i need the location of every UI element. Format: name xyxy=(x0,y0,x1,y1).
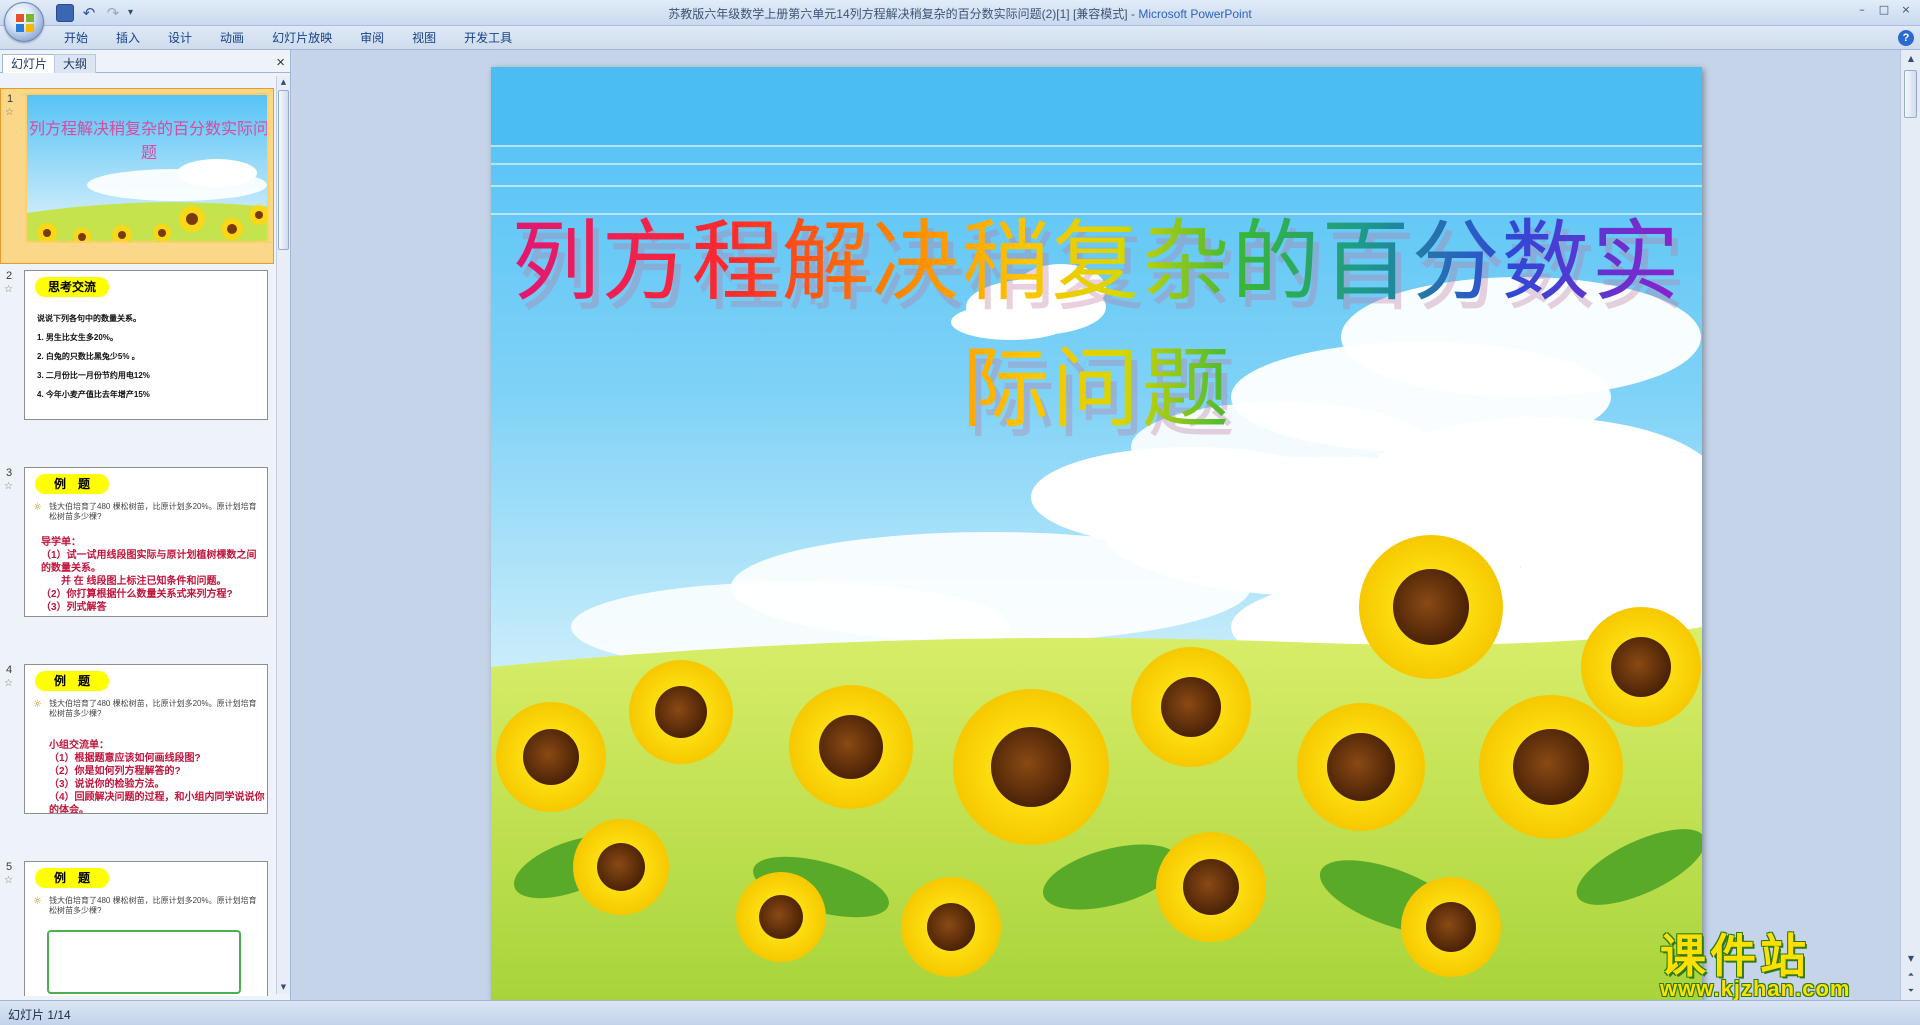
status-bar: 幻灯片 1/14 xyxy=(0,1000,1920,1025)
guide-line: （4）回顾解决问题的过程，和小组内同学说说你的体会。 xyxy=(49,792,265,814)
close-panel-icon[interactable]: × xyxy=(276,55,285,71)
window-controls: – □ × xyxy=(1852,2,1916,18)
slide-number: 5 xyxy=(6,861,13,873)
heading-pill: 例 题 xyxy=(35,868,109,888)
scrollbar-thumb[interactable] xyxy=(278,90,289,250)
guide-line: （2）你是如何列方程解答的? xyxy=(49,766,181,777)
problem-text: 钱大伯培育了480 棵松树苗，比原计划多20%。原计划培育松树苗多少棵? xyxy=(49,896,257,915)
app-name: Microsoft PowerPoint xyxy=(1138,7,1252,21)
maximize-button[interactable]: □ xyxy=(1874,2,1894,18)
office-logo-icon xyxy=(16,14,34,32)
guide-line: （2）你打算根据什么数量关系式来列方程? xyxy=(41,589,233,600)
slide-thumbnail-3[interactable]: 3 ☆ 例 题 ☼ 钱大伯培育了480 棵松树苗，比原计划多20%。原计划培育松… xyxy=(0,463,274,623)
title-bar: ↶ ↷ ▾ 苏教版六年级数学上册第六单元14列方程解决稍复杂的百分数实际问题(2… xyxy=(0,0,1920,42)
text-line: 2. 白兔的只数比黑兔少5% 。 xyxy=(37,352,140,361)
lightbulb-icon: ☼ xyxy=(33,699,42,710)
heading-pill: 思考交流 xyxy=(35,277,109,297)
text-line: 4. 今年小麦产值比去年增产15% xyxy=(37,390,150,399)
guide-line: （1）根据题意应该如何画线段图? xyxy=(49,753,201,764)
office-button[interactable] xyxy=(4,2,44,42)
slide-indicator: 幻灯片 1/14 xyxy=(8,1008,71,1022)
slide-editing-area: 列方程解决稍复杂的百分数实际问题 列方程解决稍复杂的百分数实际问题 xyxy=(292,50,1900,1000)
slide-thumbnail-list: 1 ☆ 列方程解决稍复杂的百分数实际问题 2 ☆ 思考交流 说说下列各句中的数量… xyxy=(0,76,274,996)
slide-number: 3 xyxy=(6,467,13,479)
transition-star-icon: ☆ xyxy=(4,678,13,689)
slide-preview: 例 题 ☼ 钱大伯培育了480 棵松树苗，比原计划多20%。原计划培育松树苗多少… xyxy=(24,467,268,617)
heading-pill: 例 题 xyxy=(35,671,109,691)
slide-scrollbar[interactable]: ▲ ▼ ⏶ ⏷ xyxy=(1900,50,1920,1000)
transition-star-icon: ☆ xyxy=(4,875,13,886)
guide-line: （3）列式解答 xyxy=(41,602,107,613)
tab-insert[interactable]: 插入 xyxy=(102,30,154,46)
window-title: 苏教版六年级数学上册第六单元14列方程解决稍复杂的百分数实际问题(2)[1] [… xyxy=(668,7,1252,21)
tab-outline[interactable]: 大纲 xyxy=(54,54,97,73)
scroll-down-arrow-icon[interactable]: ▼ xyxy=(1904,952,1918,966)
lightbulb-icon: ☼ xyxy=(33,896,42,907)
guide-line: 并 在 线段图上标注已知条件和问题。 xyxy=(41,576,227,587)
problem-text: 钱大伯培育了480 棵松树苗，比原计划多20%。原计划培育松树苗多少棵? xyxy=(49,699,257,718)
ribbon-tab-bar: 开始 插入 设计 动画 幻灯片放映 审阅 视图 开发工具 ? xyxy=(0,26,1920,50)
lightbulb-icon: ☼ xyxy=(33,502,42,513)
scroll-up-arrow-icon[interactable]: ▲ xyxy=(1904,52,1918,66)
slide-thumbnail-4[interactable]: 4 ☆ 例 题 ☼ 钱大伯培育了480 棵松树苗，比原计划多20%。原计划培育松… xyxy=(0,660,274,820)
slide-preview: 例 题 ☼ 钱大伯培育了480 棵松树苗，比原计划多20%。原计划培育松树苗多少… xyxy=(24,861,268,996)
slide-thumbnail-2[interactable]: 2 ☆ 思考交流 说说下列各句中的数量关系。 1. 男生比女生多20%。 2. … xyxy=(0,266,274,426)
slide-thumbnail-1[interactable]: 1 ☆ 列方程解决稍复杂的百分数实际问题 xyxy=(0,88,274,264)
scroll-up-arrow-icon[interactable]: ▲ xyxy=(277,76,290,89)
next-slide-icon[interactable]: ⏷ xyxy=(1904,984,1918,998)
close-window-button[interactable]: × xyxy=(1896,2,1916,18)
tab-home[interactable]: 开始 xyxy=(50,30,102,46)
slide-preview: 列方程解决稍复杂的百分数实际问题 xyxy=(25,93,269,243)
help-icon[interactable]: ? xyxy=(1898,30,1914,46)
diagram-box xyxy=(47,930,241,994)
slide-title[interactable]: 列方程解决稍复杂的百分数实际问题 xyxy=(491,191,1702,445)
scroll-down-arrow-icon[interactable]: ▼ xyxy=(277,981,290,994)
text-line: 说说下列各句中的数量关系。 xyxy=(37,314,141,323)
tab-slides[interactable]: 幻灯片 xyxy=(2,54,57,73)
tab-design[interactable]: 设计 xyxy=(154,30,206,46)
slide-number: 1 xyxy=(7,93,14,105)
slide-thumbnail-5[interactable]: 5 ☆ 例 题 ☼ 钱大伯培育了480 棵松树苗，比原计划多20%。原计划培育松… xyxy=(0,857,274,996)
heading-pill: 例 题 xyxy=(35,474,109,494)
kjzhan-watermark: 课件站 www.kjzhan.com xyxy=(1660,920,1900,1001)
minimize-button[interactable]: – xyxy=(1852,2,1872,18)
slides-panel: 幻灯片 大纲 × 1 ☆ 列方程解决稍复杂的百分数实际问题 2 ☆ 思考交流 说… xyxy=(0,50,291,1000)
text-line: 3. 二月份比一月份节约用电12% xyxy=(37,371,150,380)
transition-star-icon: ☆ xyxy=(4,284,13,295)
guide-line: （1）试一试用线段图实际与原计划植树棵数之间的数量关系。 xyxy=(41,550,257,574)
guide-line: （3）说说你的检验方法。 xyxy=(49,779,165,790)
guide-line: 导学单： xyxy=(41,537,81,548)
current-slide[interactable]: 列方程解决稍复杂的百分数实际问题 列方程解决稍复杂的百分数实际问题 xyxy=(491,67,1702,1000)
previous-slide-icon[interactable]: ⏶ xyxy=(1904,968,1918,982)
thumbnail-title: 列方程解决稍复杂的百分数实际问题 xyxy=(28,119,269,162)
text-line: 1. 男生比女生多20%。 xyxy=(37,333,118,342)
problem-text: 钱大伯培育了480 棵松树苗，比原计划多20%。原计划培育松树苗多少棵? xyxy=(49,502,257,521)
tab-review[interactable]: 审阅 xyxy=(346,30,398,46)
tab-developer[interactable]: 开发工具 xyxy=(450,30,526,46)
slide-number: 2 xyxy=(6,270,13,282)
guide-line: 小组交流单： xyxy=(49,740,109,751)
document-title: 苏教版六年级数学上册第六单元14列方程解决稍复杂的百分数实际问题(2)[1] [… xyxy=(668,7,1128,21)
scrollbar-thumb[interactable] xyxy=(1904,70,1917,118)
slide-preview: 思考交流 说说下列各句中的数量关系。 1. 男生比女生多20%。 2. 白兔的只… xyxy=(24,270,268,420)
thumbnail-scrollbar[interactable]: ▲ ▼ xyxy=(276,76,290,994)
panel-tab-strip: 幻灯片 大纲 × xyxy=(0,53,291,73)
tab-slide-show[interactable]: 幻灯片放映 xyxy=(258,30,346,46)
tab-animations[interactable]: 动画 xyxy=(206,30,258,46)
slide-number: 4 xyxy=(6,664,13,676)
watermark-url: www.kjzhan.com xyxy=(1660,976,1851,1001)
transition-star-icon: ☆ xyxy=(4,481,13,492)
transition-star-icon: ☆ xyxy=(5,107,14,118)
tab-view[interactable]: 视图 xyxy=(398,30,450,46)
slide-preview: 例 题 ☼ 钱大伯培育了480 棵松树苗，比原计划多20%。原计划培育松树苗多少… xyxy=(24,664,268,814)
